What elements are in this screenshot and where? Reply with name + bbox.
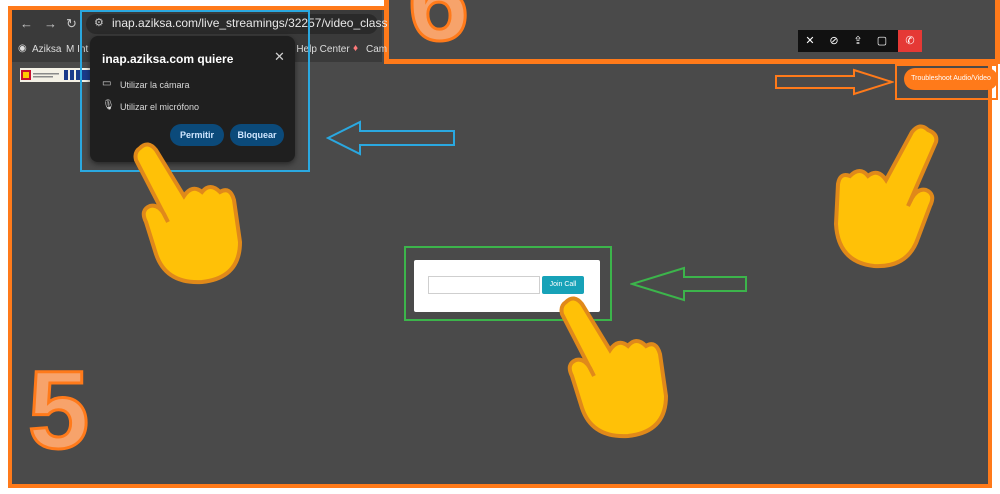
blue-arrow-icon xyxy=(326,120,455,156)
back-icon[interactable]: ← xyxy=(20,16,33,31)
end-call-icon[interactable]: ✆ xyxy=(898,30,922,52)
mic-off-icon[interactable]: ✕ xyxy=(798,30,822,52)
pointing-hand-icon xyxy=(833,124,939,269)
chat-icon[interactable]: ▢ xyxy=(870,30,894,52)
bookmark-cam[interactable]: Cam xyxy=(366,44,387,55)
reload-icon[interactable]: ↻ xyxy=(66,16,77,32)
video-control-bar: ✕ ⊘ ⇪ ▢ ✆ xyxy=(798,30,922,52)
pointing-hand-icon xyxy=(559,296,669,439)
orange-arrow-icon xyxy=(775,68,894,96)
forward-icon[interactable]: → xyxy=(44,16,57,31)
troubleshoot-button[interactable]: Troubleshoot Audio/Video xyxy=(904,68,998,90)
step-number-five: 5 xyxy=(26,349,90,472)
globe-icon: ◉ xyxy=(18,43,27,54)
shield-icon: ♦ xyxy=(353,43,359,54)
join-call-input[interactable] xyxy=(428,276,540,294)
bookmark-aziksa[interactable]: Aziksa xyxy=(32,44,61,55)
pointing-hand-icon xyxy=(133,142,243,285)
share-screen-icon[interactable]: ⇪ xyxy=(846,30,870,52)
camera-off-icon[interactable]: ⊘ xyxy=(822,30,846,52)
step-number-six: 6 xyxy=(406,0,470,64)
